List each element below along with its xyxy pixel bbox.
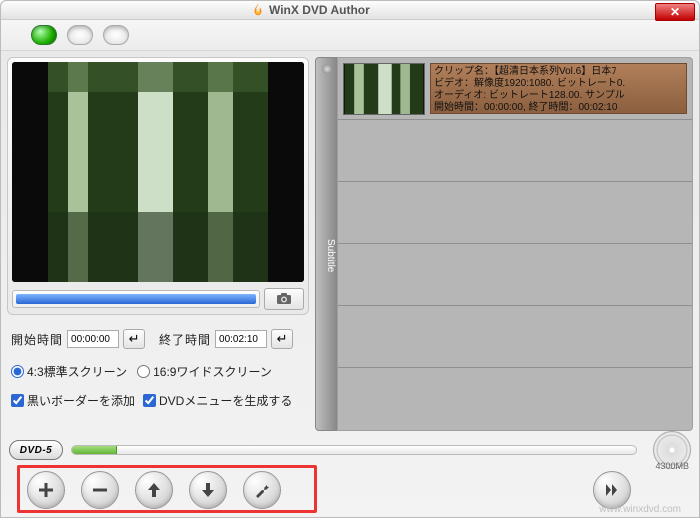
- capacity-fill: [72, 446, 117, 454]
- capacity-track: [71, 445, 637, 455]
- clip-list[interactable]: クリップ名：【超清日本系列Vol.6】日本ﾌ ビデオ：解像度1920:1080.…: [337, 57, 693, 431]
- time-row: 開始時間 ↵ 終了時間 ↵: [7, 329, 309, 349]
- window-title: WinX DVD Author: [269, 3, 370, 17]
- remove-button[interactable]: [81, 471, 119, 509]
- black-border-checkbox[interactable]: 黒いボーダーを添加: [11, 392, 135, 409]
- capacity-row: DVD-5 4300MB: [9, 437, 691, 463]
- dvd-menu-checkbox[interactable]: DVDメニューを生成する: [143, 392, 292, 409]
- mode-light-1[interactable]: [31, 25, 57, 45]
- arrow-up-icon: [145, 481, 163, 499]
- mode-light-3[interactable]: [103, 25, 129, 45]
- list-item-empty: [338, 244, 692, 306]
- aspect-169-radio[interactable]: 16:9ワイドスクリーン: [137, 363, 272, 380]
- plus-icon: [37, 481, 55, 499]
- move-down-button[interactable]: [189, 471, 227, 509]
- start-time-go-button[interactable]: ↵: [123, 329, 145, 349]
- dvd-type-badge[interactable]: DVD-5: [9, 440, 63, 460]
- left-panel: 開始時間 ↵ 終了時間 ↵ 4:3標準スクリーン 16:9ワイドスクリーン 黒い…: [7, 57, 309, 431]
- options-row: 黒いボーダーを添加 DVDメニューを生成する: [7, 392, 309, 409]
- close-button[interactable]: ✕: [655, 3, 695, 21]
- list-item-empty: [338, 182, 692, 244]
- preview-panel: [7, 57, 309, 315]
- right-panel: Subtitle クリップ名：【超清日本系列Vol.6】日本ﾌ ビデオ：解像度1…: [315, 57, 693, 431]
- aspect-43-radio[interactable]: 4:3標準スクリーン: [11, 363, 127, 380]
- end-time-input[interactable]: [215, 330, 267, 348]
- arrow-down-icon: [199, 481, 217, 499]
- mode-switch-row: [1, 20, 699, 51]
- list-item-empty: [338, 368, 692, 430]
- subtitle-tab-dot-icon: [322, 64, 332, 74]
- list-item-empty: [338, 306, 692, 368]
- camera-icon: [276, 293, 292, 305]
- start-time-label: 開始時間: [11, 331, 63, 348]
- add-button[interactable]: [27, 471, 65, 509]
- settings-button[interactable]: [243, 471, 281, 509]
- aspect-row: 4:3標準スクリーン 16:9ワイドスクリーン: [7, 363, 309, 380]
- site-watermark: www.winxdvd.com: [599, 504, 681, 515]
- minus-icon: [91, 481, 109, 499]
- clip-metadata: クリップ名：【超清日本系列Vol.6】日本ﾌ ビデオ：解像度1920:1080.…: [430, 63, 687, 114]
- bottom-bar: DVD-5 4300MB www.winxdvd.com: [1, 437, 699, 517]
- start-time-input[interactable]: [67, 330, 119, 348]
- move-up-button[interactable]: [135, 471, 173, 509]
- action-row: www.winxdvd.com: [9, 463, 691, 517]
- preview-progress[interactable]: [12, 290, 260, 308]
- main-area: 開始時間 ↵ 終了時間 ↵ 4:3標準スクリーン 16:9ワイドスクリーン 黒い…: [1, 51, 699, 437]
- video-preview[interactable]: [12, 62, 304, 282]
- wrench-icon: [253, 481, 271, 499]
- list-item-empty: [338, 120, 692, 182]
- chevron-double-right-icon: [603, 481, 621, 499]
- end-time-go-button[interactable]: ↵: [271, 329, 293, 349]
- end-time-label: 終了時間: [159, 331, 211, 348]
- list-item[interactable]: クリップ名：【超清日本系列Vol.6】日本ﾌ ビデオ：解像度1920:1080.…: [338, 58, 692, 120]
- snapshot-button[interactable]: [264, 288, 304, 310]
- subtitle-tab[interactable]: Subtitle: [315, 57, 337, 431]
- clip-thumbnail: [343, 63, 425, 115]
- mode-light-2[interactable]: [67, 25, 93, 45]
- titlebar: WinX DVD Author ✕: [1, 1, 699, 20]
- app-window: WinX DVD Author ✕: [0, 0, 700, 518]
- app-flame-icon: [251, 3, 265, 17]
